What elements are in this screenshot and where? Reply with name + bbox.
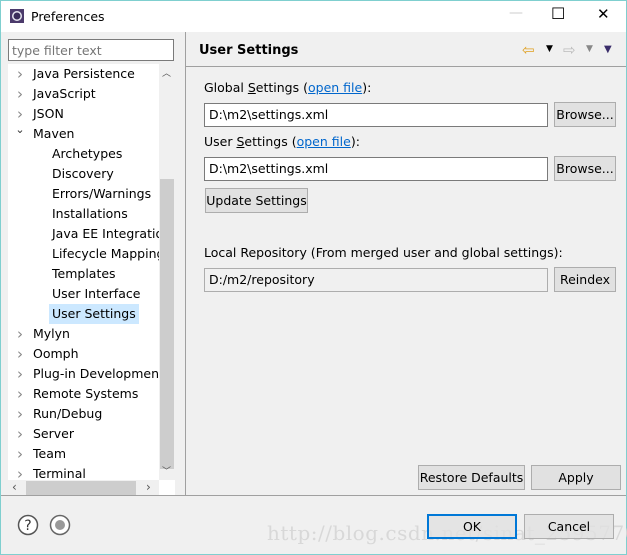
sash-divider[interactable]: [185, 32, 186, 496]
tree-item-label: Oomph: [33, 346, 79, 361]
minimize-button[interactable]: —: [509, 5, 523, 21]
cancel-button[interactable]: Cancel: [524, 514, 614, 539]
h-scrollbar-thumb[interactable]: [26, 481, 136, 495]
scroll-down-icon[interactable]: ﹀: [162, 464, 171, 477]
tree-item-label: Discovery: [52, 166, 114, 181]
preference-tree: › Java Persistence › JavaScript › JSON ⌄ Maven A…: [8, 64, 175, 496]
page-title: User Settings: [199, 43, 299, 58]
tree-item-label: Plug-in Development: [33, 366, 159, 381]
svg-text:?: ?: [24, 518, 31, 534]
header-separator: [186, 66, 626, 67]
footer-separator: [1, 495, 626, 496]
local-repository-label: Local Repository (From merged user and g…: [204, 245, 563, 260]
chevron-right-icon[interactable]: ›: [14, 424, 26, 444]
forward-dropdown-icon[interactable]: ▼: [586, 44, 593, 54]
tree-item-label: Templates: [52, 266, 116, 281]
horizontal-scrollbar[interactable]: ‹ ›: [8, 480, 159, 496]
local-repository-field: D:/m2/repository: [204, 268, 548, 292]
title-bar: Preferences — ☐ ✕: [1, 1, 626, 32]
view-menu-icon[interactable]: ▼: [604, 44, 612, 55]
chevron-right-icon[interactable]: ›: [14, 464, 26, 480]
chevron-down-icon[interactable]: ⌄: [14, 120, 26, 140]
scroll-up-icon[interactable]: ︿: [162, 66, 171, 79]
tree-item-label: User Settings: [49, 304, 139, 324]
chevron-right-icon[interactable]: ›: [14, 384, 26, 404]
restore-defaults-button[interactable]: Restore Defaults: [418, 465, 525, 490]
user-browse-button[interactable]: Browse...: [554, 156, 616, 181]
tree-item-label: Java Persistence: [33, 66, 135, 81]
global-settings-input[interactable]: D:\m2\settings.xml: [204, 103, 548, 127]
chevron-right-icon[interactable]: ›: [14, 364, 26, 384]
global-settings-label: Global Settings (open file):: [204, 80, 372, 95]
user-settings-label: User Settings (open file):: [204, 134, 360, 149]
window-title: Preferences: [31, 9, 105, 24]
global-browse-button[interactable]: Browse...: [554, 102, 616, 127]
chevron-right-icon[interactable]: ›: [14, 64, 26, 84]
tree-item-label: User Interface: [52, 286, 141, 301]
tree-item-label: Errors/Warnings: [52, 186, 152, 201]
tree-item-label: Run/Debug: [33, 406, 103, 421]
scroll-right-icon[interactable]: ›: [146, 480, 151, 494]
tree-item-label: Server: [33, 426, 74, 441]
apply-button[interactable]: Apply: [531, 465, 621, 490]
ok-button[interactable]: OK: [427, 514, 517, 539]
preferences-window: Preferences — ☐ ✕ › Java Persistence › Java…: [0, 0, 627, 555]
help-icon[interactable]: ?: [17, 514, 39, 536]
maximize-button[interactable]: ☐: [551, 4, 565, 23]
tree-item-label: Lifecycle Mappings: [52, 246, 159, 261]
tree-item-label: JavaScript: [33, 86, 96, 101]
chevron-right-icon[interactable]: ›: [14, 444, 26, 464]
tree-item-label: Installations: [52, 206, 128, 221]
reindex-button[interactable]: Reindex: [554, 267, 616, 292]
close-button[interactable]: ✕: [597, 5, 610, 23]
filter-input[interactable]: [8, 39, 174, 61]
tree-item-label: Team: [33, 446, 67, 461]
tree-item-label: Archetypes: [52, 146, 123, 161]
scroll-left-icon[interactable]: ‹: [12, 480, 17, 494]
tree-item-label: Terminal: [33, 466, 86, 480]
tree-item-label: Maven: [33, 126, 75, 141]
tree-item-label: Mylyn: [33, 326, 70, 341]
update-settings-button[interactable]: Update Settings: [205, 188, 308, 213]
vertical-scrollbar[interactable]: ︿ ﹀: [159, 64, 175, 480]
chevron-right-icon[interactable]: ›: [14, 324, 26, 344]
back-arrow-icon[interactable]: ⇦: [522, 41, 535, 59]
eclipse-gear-icon: [10, 9, 24, 23]
chevron-right-icon[interactable]: ›: [14, 344, 26, 364]
back-dropdown-icon[interactable]: ▼: [546, 44, 553, 54]
chevron-right-icon[interactable]: ›: [14, 84, 26, 104]
forward-arrow-icon[interactable]: ⇨: [563, 41, 576, 59]
tree-item-label: Java EE Integration: [52, 226, 159, 241]
import-export-icon[interactable]: [49, 514, 71, 536]
tree-item-label: Remote Systems: [33, 386, 139, 401]
chevron-right-icon[interactable]: ›: [14, 404, 26, 424]
tree-item-label: JSON: [33, 106, 64, 121]
global-open-file-link[interactable]: open file: [308, 80, 362, 95]
scrollbar-thumb[interactable]: [160, 179, 174, 469]
user-open-file-link[interactable]: open file: [297, 134, 351, 149]
user-settings-input[interactable]: D:\m2\settings.xml: [204, 157, 548, 181]
